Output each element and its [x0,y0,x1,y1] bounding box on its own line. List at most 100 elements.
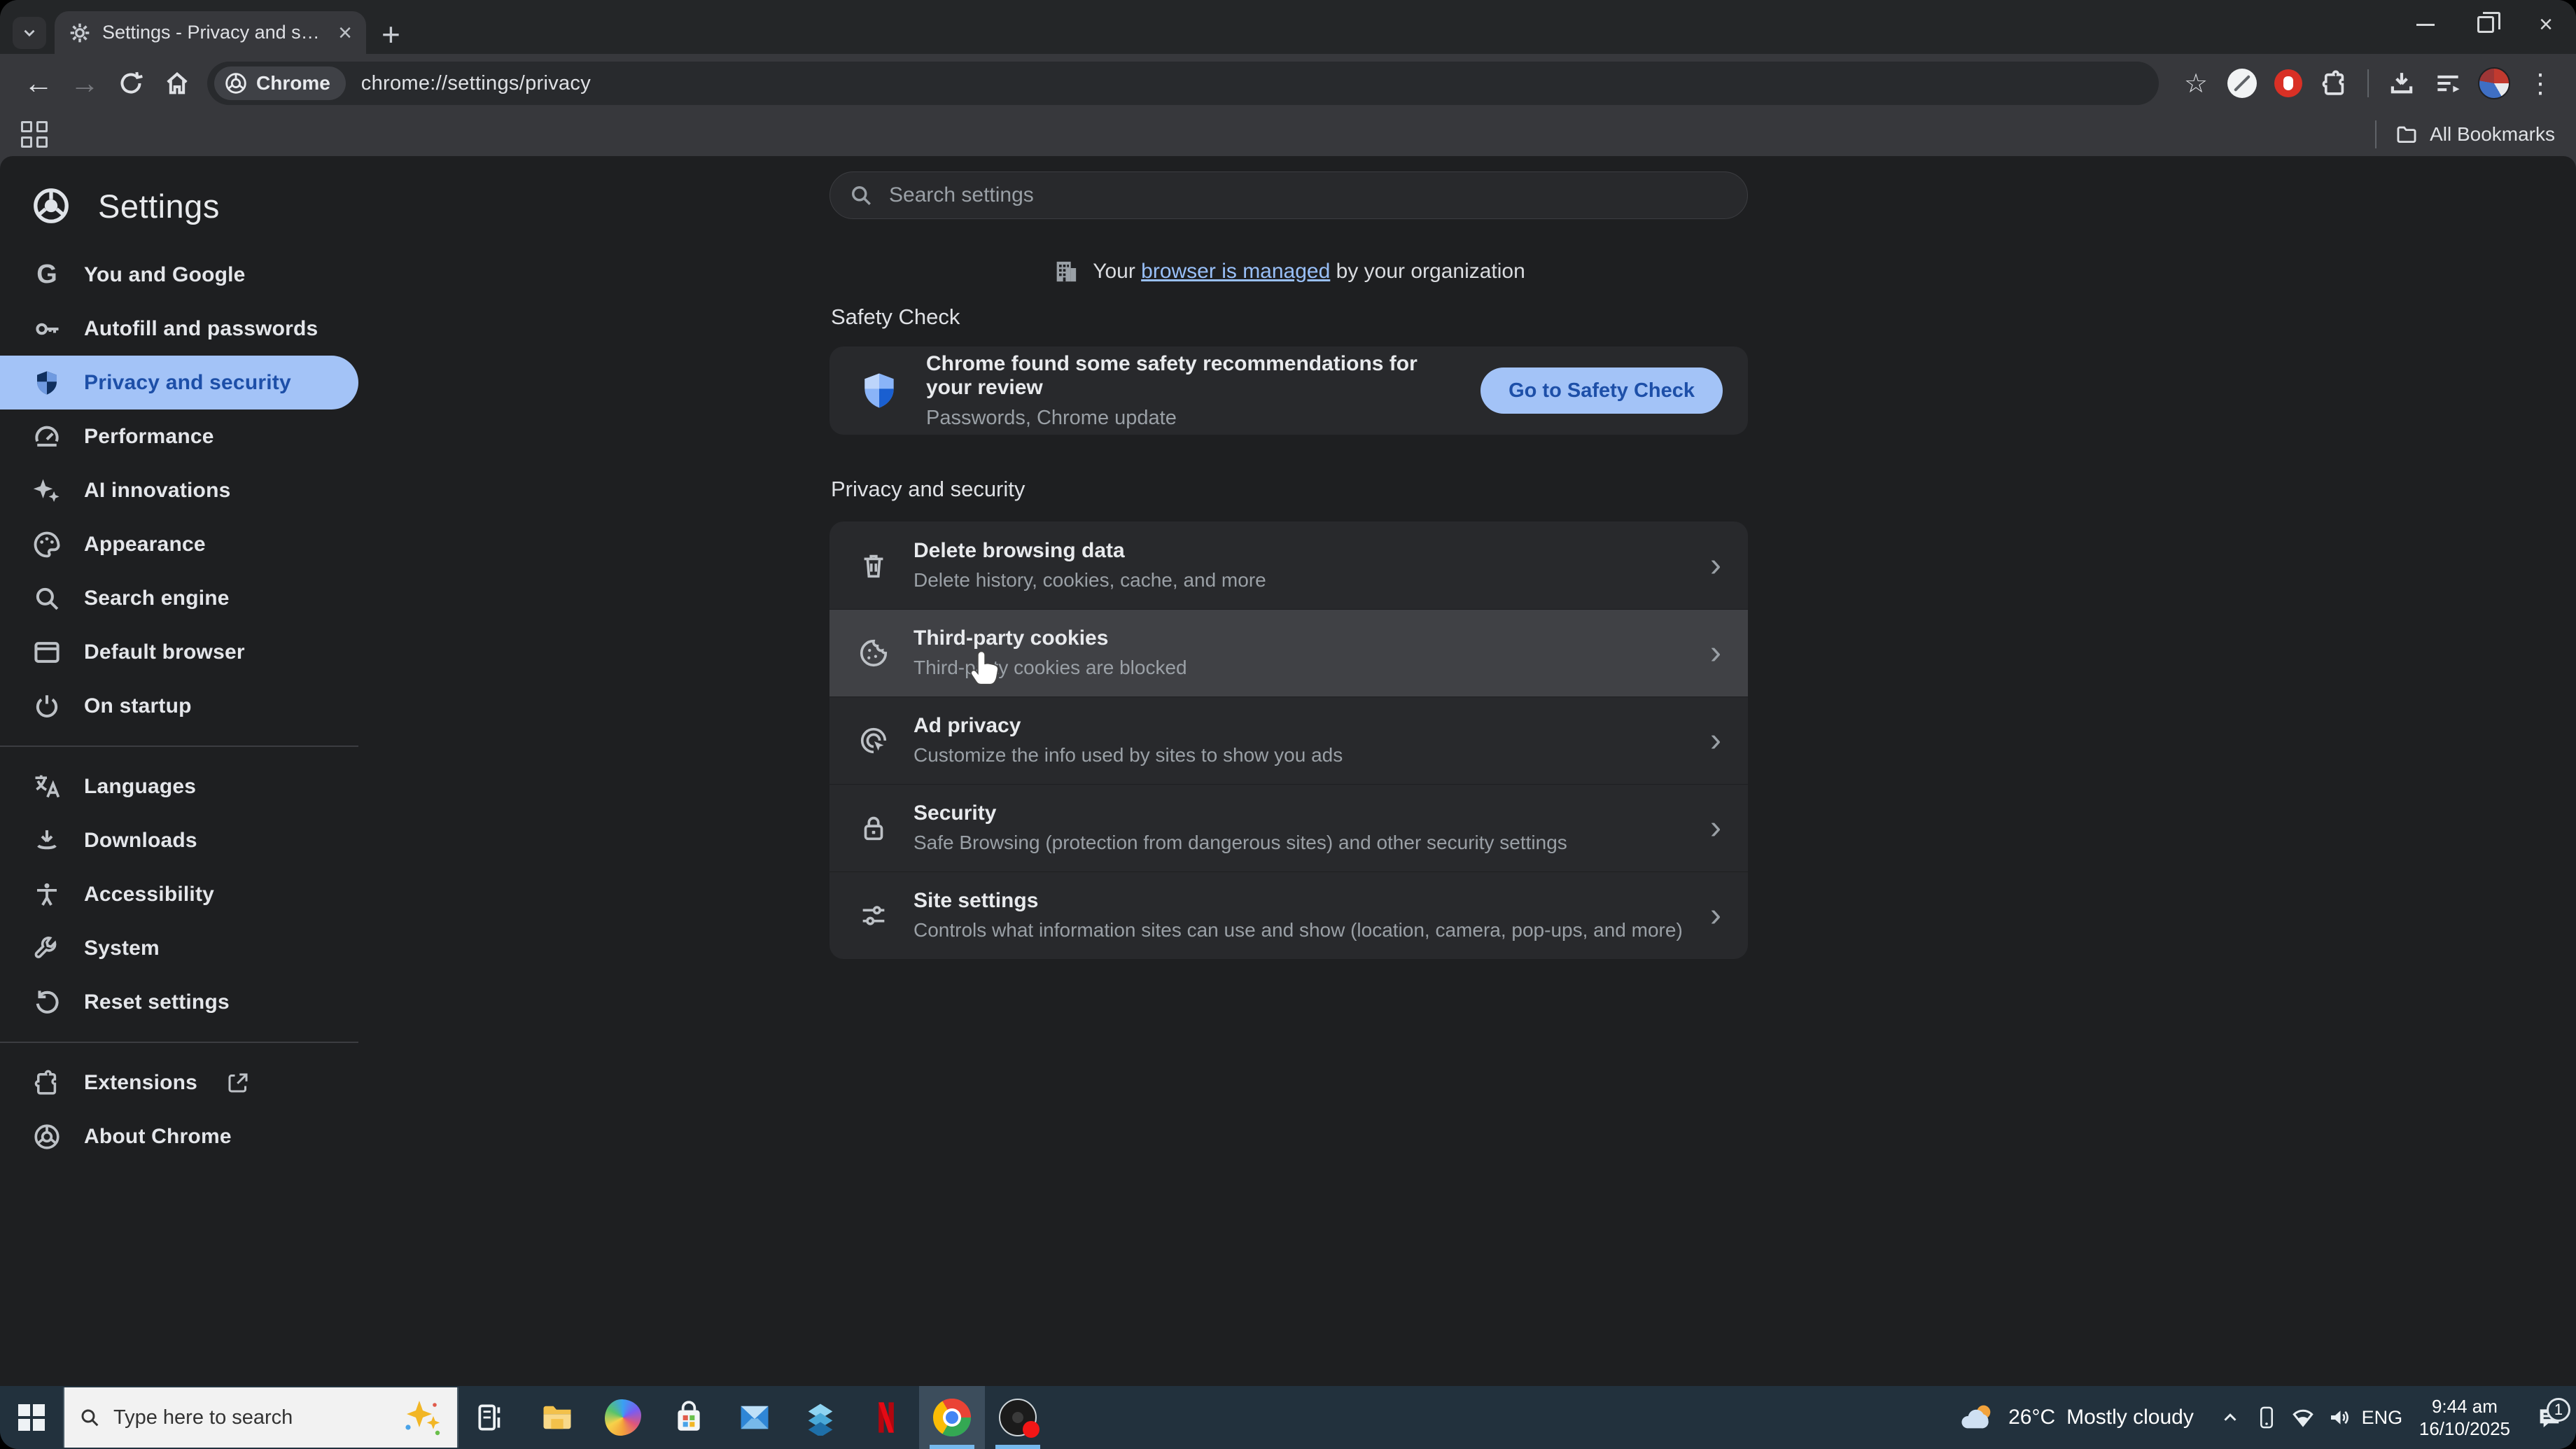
go-to-safety-check-button[interactable]: Go to Safety Check [1480,368,1723,414]
all-bookmarks-label: All Bookmarks [2430,123,2555,145]
weather-condition: Mostly cloudy [2066,1406,2194,1429]
chrome-icon [933,1399,971,1436]
search-icon [31,582,63,615]
chrome-outline-icon [31,1121,63,1153]
taskbar-task-view-button[interactable] [458,1386,524,1449]
sidebar-item-performance[interactable]: Performance [0,410,358,463]
start-button[interactable] [0,1386,63,1449]
sidebar-item-system[interactable]: System [0,921,358,975]
tab-search-button[interactable] [13,17,46,49]
section-title-safety-check: Safety Check [831,304,960,329]
sidebar-item-downloads[interactable]: Downloads [0,813,358,867]
settings-search[interactable] [830,172,1748,219]
taskbar-chevron-app-button[interactable] [788,1386,853,1449]
sidebar-item-privacy-and-security[interactable]: Privacy and security [0,356,358,410]
puzzle-icon [2322,70,2344,95]
settings-page: Settings G You and Google Autofill and p… [0,156,2576,1386]
profile-avatar-button[interactable] [2474,63,2514,104]
restore-icon [2477,12,2500,33]
media-controls-button[interactable] [2428,63,2468,104]
search-highlights-sparkle-icon [401,1398,443,1437]
row-site-settings[interactable]: Site settings Controls what information … [830,872,1748,959]
search-icon [81,1409,99,1427]
minimize-button[interactable] [2395,0,2456,49]
taskbar-search[interactable] [63,1387,458,1448]
sidebar-item-about-chrome[interactable]: About Chrome [0,1110,358,1163]
all-bookmarks[interactable]: All Bookmarks [2368,120,2555,148]
managed-link[interactable]: browser is managed [1141,260,1330,283]
sidebar-item-you-and-google[interactable]: G You and Google [0,248,358,302]
sidebar-item-search-engine[interactable]: Search engine [0,571,358,625]
red-extension-button[interactable] [2268,63,2309,104]
sidebar-item-autofill[interactable]: Autofill and passwords [0,302,358,356]
menu-kebab-button[interactable]: ⋮ [2520,63,2561,104]
cookie-icon [860,639,888,666]
new-tab-button[interactable]: + [382,15,400,53]
taskbar-chrome-button[interactable] [919,1386,985,1449]
row-delete-browsing-data[interactable]: Delete browsing data Delete history, coo… [830,522,1748,609]
notification-center-button[interactable]: 1 [2523,1398,2576,1432]
chevron-down-icon [24,29,35,37]
maximize-button[interactable] [2456,0,2516,49]
bookmark-star-button[interactable]: ☆ [2176,63,2216,104]
red-badge-icon [2274,69,2302,97]
sidebar-item-extensions[interactable]: Extensions [0,1056,358,1110]
netflix-icon [878,1402,894,1433]
tab-settings[interactable]: Settings - Privacy and security × [55,11,366,54]
tab-title: Settings - Privacy and security [102,22,327,43]
apps-grid-icon[interactable] [21,121,48,148]
taskbar-obs-button[interactable] [985,1386,1051,1449]
phone-link-icon[interactable] [2248,1405,2285,1430]
speaker-icon[interactable] [2321,1405,2358,1430]
taskbar-copilot-button[interactable] [590,1386,656,1449]
tune-icon [862,905,885,925]
sidebar-item-reset-settings[interactable]: Reset settings [0,975,358,1029]
language-indicator[interactable]: ENG [2358,1407,2407,1429]
dark-mode-extension-button[interactable] [2222,63,2262,104]
taskbar-search-input[interactable] [112,1405,390,1430]
organization-building-icon [1056,261,1077,282]
network-icon[interactable] [2285,1405,2321,1430]
sidebar-item-ai-innovations[interactable]: AI innovations [0,463,358,517]
sidebar-item-default-browser[interactable]: Default browser [0,625,358,679]
forward-button[interactable]: → [62,60,108,106]
toolbar-separator [2367,69,2369,97]
windows-logo-icon [18,1404,45,1431]
extensions-button[interactable] [2314,63,2355,104]
shield-icon [31,367,63,399]
search-settings-input[interactable] [888,183,1729,208]
clock[interactable]: 9:44 am 16/10/2025 [2407,1395,2523,1440]
weather-widget[interactable]: 26°C Mostly cloudy [1941,1386,2212,1449]
url-text[interactable]: chrome://settings/privacy [361,72,591,95]
taskbar-netflix-button[interactable] [853,1386,919,1449]
taskbar-store-button[interactable] [656,1386,722,1449]
chevron-right-icon: › [1710,547,1721,584]
back-button[interactable]: ← [15,60,62,106]
external-link-icon [228,1073,248,1092]
reload-button[interactable] [108,60,154,106]
tray-chevron-up[interactable] [2212,1407,2248,1428]
address-bar[interactable]: Chrome chrome://settings/privacy [207,62,2159,105]
time: 9:44 am [2431,1396,2498,1417]
taskbar: 26°C Mostly cloudy ENG 9:44 am 16/10/202… [0,1386,2576,1449]
privacy-card: Delete browsing data Delete history, coo… [830,522,1748,959]
notification-badge: 1 [2547,1398,2570,1422]
row-security[interactable]: Security Safe Browsing (protection from … [830,784,1748,872]
downloads-button[interactable] [2381,63,2422,104]
half-circle-icon [2227,69,2257,98]
close-button[interactable]: × [2516,0,2576,49]
taskbar-mail-button[interactable] [722,1386,788,1449]
chrome-site-chip[interactable]: Chrome [214,66,346,100]
taskbar-file-explorer-button[interactable] [524,1386,590,1449]
home-button[interactable] [154,60,200,106]
sidebar-divider [0,746,358,747]
sidebar-item-accessibility[interactable]: Accessibility [0,867,358,921]
sidebar-item-appearance[interactable]: Appearance [0,517,358,571]
puzzle-icon [31,1067,63,1099]
minimize-icon [2416,23,2435,26]
sidebar-item-on-startup[interactable]: On startup [0,679,358,733]
row-ad-privacy[interactable]: Ad privacy Customize the info used by si… [830,696,1748,784]
sidebar-item-languages[interactable]: Languages [0,760,358,813]
palette-icon [31,528,63,561]
tab-close-button[interactable]: × [338,21,352,45]
